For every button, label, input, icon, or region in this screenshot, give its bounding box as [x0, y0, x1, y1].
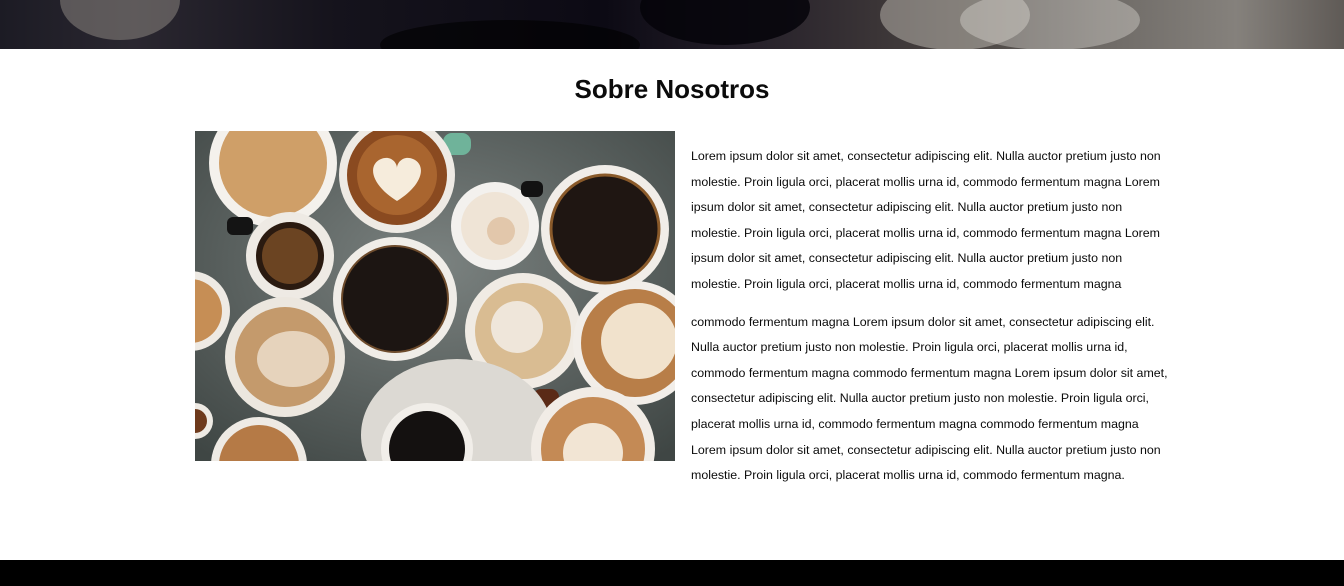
- footer: [0, 560, 1344, 586]
- about-paragraph: commodo fermentum magna Lorem ipsum dolo…: [691, 314, 1168, 483]
- coffee-cups-image: [195, 131, 675, 461]
- about-description: Lorem ipsum dolor sit amet, consectetur …: [691, 144, 1173, 489]
- hero-photo-shape: [380, 20, 640, 49]
- hero-photo-shape: [960, 0, 1140, 49]
- hero-banner-image: [0, 0, 1344, 49]
- about-paragraph: Lorem ipsum dolor sit amet, consectetur …: [691, 149, 1161, 291]
- section-title: Sobre Nosotros: [574, 74, 770, 104]
- hero-photo-shape: [60, 0, 180, 40]
- hero-photo-shape: [640, 0, 810, 45]
